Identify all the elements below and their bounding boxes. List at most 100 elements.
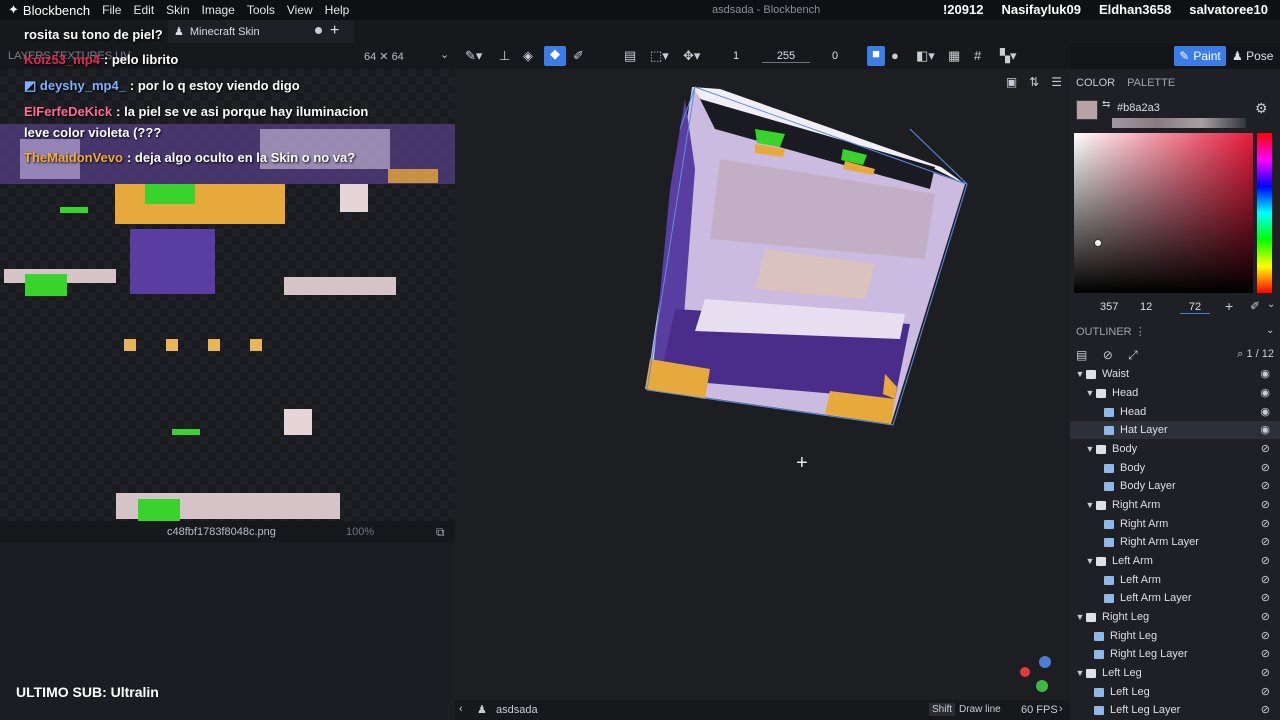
outliner-cube-left-arm[interactable]: Left Arm ⊘: [1070, 571, 1280, 589]
eyedropper-icon[interactable]: ✐: [1250, 299, 1260, 313]
pose-mode-button[interactable]: ♟ Pose: [1232, 49, 1273, 63]
eye-hidden-icon[interactable]: ⊘: [1261, 517, 1270, 530]
eye-hidden-icon[interactable]: ⊘: [1261, 461, 1270, 474]
outliner-folder-left-leg[interactable]: ▼ Left Leg ⊘: [1070, 664, 1280, 682]
eye-icon[interactable]: ◉: [1260, 405, 1270, 418]
round-brush-icon[interactable]: ●: [891, 48, 899, 63]
search-icon[interactable]: ⌕: [1237, 348, 1243, 360]
chevron-down-icon[interactable]: ▼: [1084, 500, 1096, 510]
selection-icon[interactable]: ⬚▾: [650, 48, 669, 64]
skin-head-model[interactable]: [455, 69, 1070, 700]
chevron-down-icon[interactable]: ▼: [1084, 556, 1096, 566]
brightness-value[interactable]: 72: [1180, 301, 1210, 314]
outliner-folder-right-leg[interactable]: ▼ Right Leg ⊘: [1070, 608, 1280, 626]
hue-slider[interactable]: [1257, 133, 1272, 293]
opacity-value[interactable]: 255: [762, 50, 810, 63]
softness-value[interactable]: 0: [832, 50, 838, 62]
chevron-down-icon[interactable]: ▼: [1084, 388, 1096, 398]
eye-hidden-icon[interactable]: ⊘: [1261, 685, 1270, 698]
outliner-folder-right-arm[interactable]: ▼ Right Arm ⊘: [1070, 496, 1280, 514]
hue-value[interactable]: 357: [1100, 301, 1118, 313]
recent-colors-strip[interactable]: [1112, 118, 1246, 128]
group-add-icon[interactable]: ▤: [1076, 348, 1087, 362]
add-color-icon[interactable]: +: [1225, 298, 1233, 314]
eye-hidden-icon[interactable]: ⊘: [1261, 703, 1270, 716]
gradient-icon[interactable]: ▤: [624, 48, 636, 64]
hex-color-value[interactable]: #b8a2a3: [1117, 102, 1160, 114]
tab-palette[interactable]: PALETTE: [1127, 77, 1175, 89]
outliner-cube-right-leg-layer[interactable]: Right Leg Layer ⊘: [1070, 645, 1280, 663]
saturation-value-picker[interactable]: [1074, 133, 1253, 293]
texture-file-name[interactable]: c48fbf1783f8048c.png: [167, 526, 276, 538]
expand-icon[interactable]: ⤢: [1128, 348, 1138, 362]
grid-icon[interactable]: #: [974, 48, 981, 63]
outliner-cube-left-leg-layer[interactable]: Left Leg Layer ⊘: [1070, 701, 1280, 719]
menu-image[interactable]: Image: [202, 3, 235, 17]
stamp-icon[interactable]: ⊥: [499, 48, 510, 64]
outliner-cube-body-layer[interactable]: Body Layer ⊘: [1070, 477, 1280, 495]
checker-icon[interactable]: ▦: [948, 48, 960, 64]
tab-minecraft-skin[interactable]: ♟ Minecraft Skin: [168, 20, 354, 43]
outliner-cube-hat-layer[interactable]: Hat Layer ◉: [1070, 421, 1280, 439]
outliner-folder-body[interactable]: ▼ Body ⊘: [1070, 440, 1280, 458]
chevron-down-icon[interactable]: ▼: [1074, 369, 1086, 379]
outliner-folder-waist[interactable]: ▼ Waist ◉: [1070, 365, 1280, 383]
eye-hidden-icon[interactable]: ⊘: [1261, 666, 1270, 679]
chevron-down-icon[interactable]: ⌄: [1267, 299, 1275, 310]
eye-hidden-icon[interactable]: ⊘: [1261, 498, 1270, 511]
chevron-down-icon[interactable]: ▼: [1084, 444, 1096, 454]
outliner-cube-right-leg[interactable]: Right Leg ⊘: [1070, 627, 1280, 645]
eye-icon[interactable]: ◉: [1260, 423, 1270, 436]
eye-hidden-icon[interactable]: ⊘: [1261, 479, 1270, 492]
chevron-down-icon[interactable]: ▼: [1074, 612, 1086, 622]
outliner-cube-left-leg[interactable]: Left Leg ⊘: [1070, 683, 1280, 701]
outliner-cube-right-arm[interactable]: Right Arm ⊘: [1070, 515, 1280, 533]
outliner-cube-left-arm-layer[interactable]: Left Arm Layer ⊘: [1070, 589, 1280, 607]
visibility-toggle-icon[interactable]: ⊘: [1103, 348, 1113, 362]
eraser-icon[interactable]: ◆: [544, 46, 566, 66]
menu-tools[interactable]: Tools: [247, 3, 275, 17]
picker-cursor[interactable]: [1094, 239, 1102, 247]
3d-viewport[interactable]: ▣ ⇅ ☰ +: [455, 69, 1070, 700]
eye-hidden-icon[interactable]: ⊘: [1261, 554, 1270, 567]
chevron-left-icon[interactable]: ‹: [459, 703, 463, 715]
outliner-cube-right-arm-layer[interactable]: Right Arm Layer ⊘: [1070, 533, 1280, 551]
menu-skin[interactable]: Skin: [166, 3, 189, 17]
layout-icon[interactable]: ▚▾: [1000, 48, 1017, 64]
move-icon[interactable]: ✥▾: [683, 48, 700, 64]
current-color-swatch[interactable]: [1076, 100, 1098, 120]
more-icon[interactable]: ⋮: [1135, 326, 1146, 338]
paint-mode-button[interactable]: ✎ Paint: [1174, 46, 1226, 66]
chevron-down-icon[interactable]: ▼: [1074, 668, 1086, 678]
saturation-value[interactable]: 12: [1140, 301, 1152, 313]
menu-view[interactable]: View: [287, 3, 313, 17]
square-brush-icon[interactable]: ■: [867, 46, 885, 66]
fill-bucket-icon[interactable]: ◈: [523, 48, 533, 64]
eye-hidden-icon[interactable]: ⊘: [1261, 610, 1270, 623]
eye-hidden-icon[interactable]: ⊘: [1261, 647, 1270, 660]
chevron-down-icon[interactable]: ⌄: [1266, 325, 1274, 336]
eye-hidden-icon[interactable]: ⊘: [1261, 591, 1270, 604]
menu-file[interactable]: File: [102, 3, 121, 17]
mirror-icon[interactable]: ◧▾: [916, 48, 935, 64]
eye-hidden-icon[interactable]: ⊘: [1261, 535, 1270, 548]
eye-hidden-icon[interactable]: ⊘: [1261, 442, 1270, 455]
eye-icon[interactable]: ◉: [1260, 367, 1270, 380]
outliner-cube-head[interactable]: Head ◉: [1070, 403, 1280, 421]
eye-hidden-icon[interactable]: ⊘: [1261, 573, 1270, 586]
color-picker-icon[interactable]: ✐: [573, 48, 584, 64]
chevron-down-icon[interactable]: ⌄: [440, 48, 449, 61]
gear-icon[interactable]: ⚙: [1255, 100, 1268, 117]
menu-help[interactable]: Help: [325, 3, 350, 17]
outliner-folder-head[interactable]: ▼ Head ◉: [1070, 384, 1280, 402]
eye-hidden-icon[interactable]: ⊘: [1261, 629, 1270, 642]
brush-icon[interactable]: ✎▾: [465, 48, 482, 64]
copy-icon[interactable]: ⧉: [436, 525, 445, 540]
outliner-cube-body[interactable]: Body ⊘: [1070, 459, 1280, 477]
tab-color[interactable]: COLOR: [1076, 77, 1115, 89]
outliner-folder-left-arm[interactable]: ▼ Left Arm ⊘: [1070, 552, 1280, 570]
menu-edit[interactable]: Edit: [133, 3, 154, 17]
add-tab-button[interactable]: +: [330, 22, 339, 40]
brush-size-value[interactable]: 1: [733, 50, 739, 62]
eye-icon[interactable]: ◉: [1260, 386, 1270, 399]
